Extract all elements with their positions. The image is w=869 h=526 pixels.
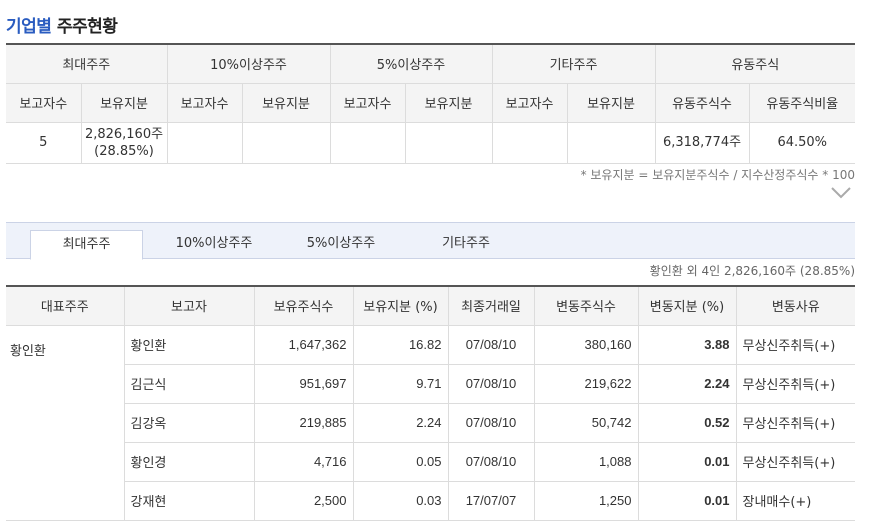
- detail-header: 변동지분 (%): [637, 285, 737, 326]
- detail-header: 최종거래일: [447, 285, 535, 326]
- summary-cell: [241, 121, 331, 164]
- reporter-name: 황인경: [124, 441, 255, 482]
- changed-pct: 0.01: [637, 441, 737, 482]
- title-rest: 주주현황: [56, 17, 118, 37]
- shareholder-tabs: 최대주주 10%이상주주 5%이상주주 기타주주: [6, 222, 855, 260]
- summary-cell: [566, 121, 656, 164]
- table-row: 황인환 황인환 1,647,362 16.82 07/08/10 380,160…: [6, 324, 855, 521]
- table-row: 김강옥 219,885 2.24 07/08/10 50,742 0.52 무상…: [6, 402, 855, 443]
- summary-holding-shares: 2,826,160주: [84, 126, 164, 142]
- shares-held: 4,716: [253, 441, 354, 482]
- summary-data-row: 5 2,826,160주 (28.85%) 6,318,774주 64.50%: [6, 121, 855, 164]
- holding-pct: 2.24: [352, 402, 449, 443]
- summary-subheader: 보고자수: [6, 82, 82, 123]
- summary-float-shares: 6,318,774주: [654, 121, 750, 164]
- summary-subheader: 유동주식수: [654, 82, 750, 123]
- detail-header: 보유지분 (%): [352, 285, 449, 326]
- detail-header: 보유주식수: [253, 285, 354, 326]
- detail-header: 변동주식수: [533, 285, 639, 326]
- holding-pct: 0.03: [352, 480, 449, 521]
- shareholder-detail-table: 대표주주 보고자 보유주식수 보유지분 (%) 최종거래일 변동주식수 변동지분…: [6, 285, 855, 521]
- summary-subheader: 보유지분: [404, 82, 493, 123]
- reporter-name: 강재현: [124, 480, 255, 521]
- tab-10pct-shareholder[interactable]: 10%이상주주: [154, 230, 274, 260]
- change-reason: 무상신주취득(+): [735, 324, 855, 365]
- changed-pct: 3.88: [637, 324, 737, 365]
- summary-group-header: 기타주주: [491, 43, 656, 84]
- owner-summary: 황인환 외 4인 2,826,160주 (28.85%): [649, 264, 855, 278]
- last-trade-date: 07/08/10: [447, 402, 535, 443]
- summary-group-header: 5%이상주주: [329, 43, 493, 84]
- summary-subheader: 보고자수: [166, 82, 243, 123]
- tab-other-shareholder[interactable]: 기타주주: [416, 230, 516, 260]
- changed-shares: 50,742: [533, 402, 639, 443]
- summary-subheader: 보고자수: [329, 82, 406, 123]
- summary-holding-pct: (28.85%): [94, 143, 154, 159]
- shares-held: 219,885: [253, 402, 354, 443]
- shares-held: 2,500: [253, 480, 354, 521]
- summary-subheader: 보유지분: [241, 82, 331, 123]
- tab-5pct-shareholder[interactable]: 5%이상주주: [286, 230, 396, 260]
- last-trade-date: 07/08/10: [447, 441, 535, 482]
- changed-shares: 380,160: [533, 324, 639, 365]
- detail-header: 보고자: [123, 285, 255, 326]
- changed-shares: 1,250: [533, 480, 639, 521]
- detail-header: 변동사유: [735, 285, 855, 326]
- reporter-name: 김강옥: [124, 402, 255, 443]
- summary-cell: [166, 121, 243, 164]
- chevron-down-icon[interactable]: [830, 186, 852, 200]
- page-title: 기업별 주주현황: [6, 12, 118, 37]
- shareholder-summary-table: 최대주주 10%이상주주 5%이상주주 기타주주 유동주식 보고자수 보유지분 …: [6, 43, 855, 164]
- shares-held: 951,697: [253, 363, 354, 404]
- changed-shares: 219,622: [533, 363, 639, 404]
- changed-pct: 0.52: [637, 402, 737, 443]
- representative-shareholder: 황인환: [6, 324, 125, 521]
- table-row: 김근식 951,697 9.71 07/08/10 219,622 2.24 무…: [6, 363, 855, 404]
- shares-held: 1,647,362: [253, 324, 354, 365]
- changed-shares: 1,088: [533, 441, 639, 482]
- summary-cell: [404, 121, 493, 164]
- last-trade-date: 17/07/07: [447, 480, 535, 521]
- summary-cell: [329, 121, 406, 164]
- change-reason: 무상신주취득(+): [735, 402, 855, 443]
- summary-subheader: 보유지분: [566, 82, 656, 123]
- summary-subheader-row: 보고자수 보유지분 보고자수 보유지분 보고자수 보유지분 보고자수 보유지분 …: [6, 82, 855, 123]
- reporter-name: 김근식: [124, 363, 255, 404]
- summary-subheader: 유동주식비율: [748, 82, 855, 123]
- detail-header-row: 대표주주 보고자 보유주식수 보유지분 (%) 최종거래일 변동주식수 변동지분…: [6, 285, 855, 326]
- change-reason: 무상신주취득(+): [735, 363, 855, 404]
- summary-subheader: 보유지분: [80, 82, 168, 123]
- last-trade-date: 07/08/10: [447, 324, 535, 365]
- summary-reporters: 5: [6, 121, 82, 164]
- reporter-name: 황인환: [123, 324, 255, 365]
- summary-holding: 2,826,160주 (28.85%): [80, 121, 168, 164]
- summary-group-header-row: 최대주주 10%이상주주 5%이상주주 기타주주 유동주식: [6, 43, 855, 84]
- change-reason: 장내매수(+): [735, 480, 855, 521]
- last-trade-date: 07/08/10: [447, 363, 535, 404]
- detail-header: 대표주주: [6, 285, 125, 326]
- summary-cell: [491, 121, 568, 164]
- table-row: 강재현 2,500 0.03 17/07/07 1,250 0.01 장내매수(…: [6, 480, 855, 521]
- holding-pct: 16.82: [352, 324, 449, 365]
- tab-largest-shareholder[interactable]: 최대주주: [30, 230, 143, 260]
- summary-float-ratio: 64.50%: [748, 121, 855, 164]
- title-accent: 기업별: [6, 17, 52, 37]
- holding-pct: 0.05: [352, 441, 449, 482]
- changed-pct: 2.24: [637, 363, 737, 404]
- table-row: 황인경 4,716 0.05 07/08/10 1,088 0.01 무상신주취…: [6, 441, 855, 482]
- change-reason: 무상신주취득(+): [735, 441, 855, 482]
- changed-pct: 0.01: [637, 480, 737, 521]
- holding-formula-note: * 보유지분 = 보유지분주식수 / 지수산정주식수 * 100: [580, 168, 855, 182]
- summary-subheader: 보고자수: [491, 82, 568, 123]
- holding-pct: 9.71: [352, 363, 449, 404]
- summary-group-header: 유동주식: [654, 43, 855, 84]
- summary-group-header: 최대주주: [6, 43, 168, 84]
- summary-group-header: 10%이상주주: [166, 43, 331, 84]
